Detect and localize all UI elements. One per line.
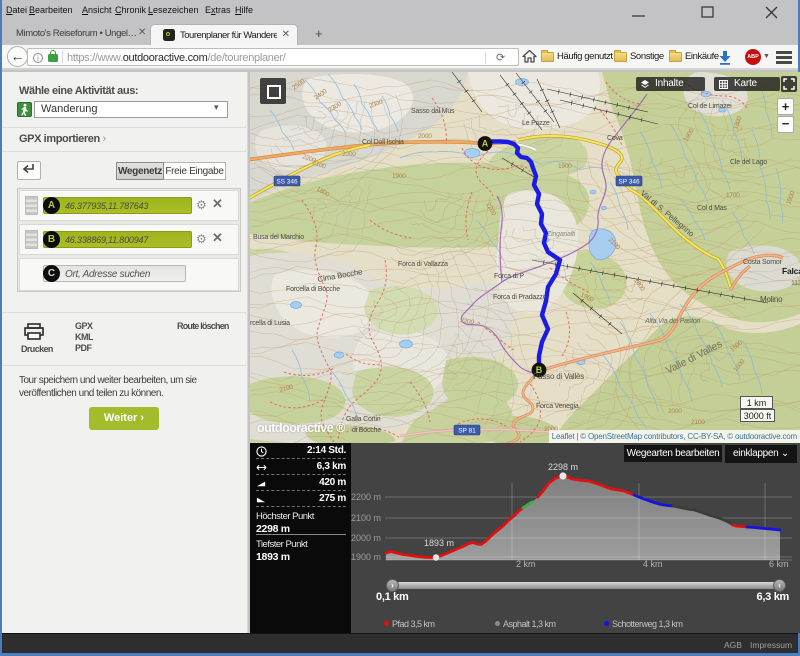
svg-text:1900: 1900: [392, 173, 406, 180]
svg-text:1893 m: 1893 m: [424, 538, 454, 548]
svg-text:Forcella di Bocche: Forcella di Bocche: [286, 286, 340, 293]
svg-text:2298 m: 2298 m: [548, 462, 578, 472]
svg-text:A: A: [482, 139, 489, 149]
svg-text:Sasso dal Mus: Sasso dal Mus: [411, 108, 455, 115]
svg-text:113: 113: [791, 280, 800, 287]
svg-text:Galla Cortiri: Galla Cortiri: [346, 416, 381, 423]
svg-text:2000: 2000: [668, 408, 682, 415]
svg-text:2000: 2000: [342, 151, 356, 158]
svg-text:di Bocche: di Bocche: [352, 427, 381, 434]
svg-text:Cle del Lago: Cle del Lago: [730, 159, 767, 166]
svg-text:2100: 2100: [691, 419, 705, 426]
svg-text:Forca di Vallazza: Forca di Vallazza: [398, 261, 448, 268]
svg-text:Falca: Falca: [782, 266, 800, 276]
svg-text:Molino: Molino: [760, 295, 783, 304]
svg-text:2100 m: 2100 m: [351, 513, 381, 523]
svg-text:rcella di Lusia: rcella di Lusia: [250, 320, 290, 327]
svg-text:Alta Via dei Pastori: Alta Via dei Pastori: [644, 318, 701, 325]
svg-text:Col de Limazei: Col de Limazei: [688, 103, 732, 110]
svg-text:Zingarialti: Zingarialti: [546, 231, 576, 238]
svg-text:Cova: Cova: [607, 135, 623, 142]
svg-text:Col d Mas: Col d Mas: [697, 205, 727, 212]
svg-text:Le Pozze: Le Pozze: [522, 120, 550, 127]
svg-text:Forca di Pradazzo: Forca di Pradazzo: [493, 294, 547, 301]
svg-text:Costa Somor: Costa Somor: [743, 259, 783, 266]
svg-text:Busa del Marchio: Busa del Marchio: [253, 234, 304, 241]
svg-text:2000 m: 2000 m: [351, 533, 381, 543]
svg-text:1700: 1700: [726, 192, 740, 199]
svg-text:SP 346: SP 346: [618, 179, 640, 186]
svg-text:1900 m: 1900 m: [351, 552, 381, 562]
svg-text:Forca di P: Forca di P: [494, 273, 524, 280]
svg-text:1900: 1900: [558, 163, 572, 170]
svg-text:Col Doll Ischia: Col Doll Ischia: [362, 139, 404, 146]
svg-text:Forca Venegia: Forca Venegia: [536, 403, 579, 410]
svg-text:SP 81: SP 81: [458, 428, 476, 435]
svg-text:SS 346: SS 346: [276, 179, 298, 186]
svg-text:Passo di Vallès: Passo di Vallès: [533, 372, 584, 381]
svg-text:2000: 2000: [418, 133, 432, 140]
svg-text:2200 m: 2200 m: [351, 492, 381, 502]
